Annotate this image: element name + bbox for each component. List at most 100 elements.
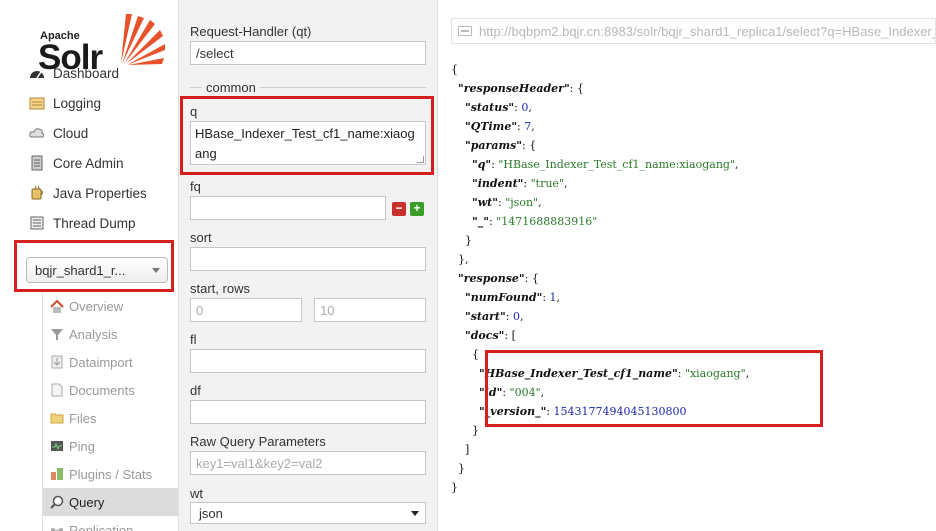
nav-cloud-label: Cloud (53, 125, 89, 141)
json-punct (451, 367, 479, 380)
json-punct: : (505, 310, 513, 323)
core-menu-dataimport[interactable]: Dataimport (43, 348, 178, 376)
json-string: "HBase_Indexer_Test_cf1_name:xiaogang" (498, 158, 736, 171)
json-string: "json" (505, 196, 539, 209)
core-menu-analysis[interactable]: Analysis (43, 320, 178, 348)
core-menu-overview[interactable]: Overview (43, 292, 178, 320)
q-textarea[interactable]: HBase_Indexer_Test_cf1_name:xiaogang (190, 121, 426, 165)
core-menu-files-label: Files (69, 410, 97, 426)
request-handler-label: Request-Handler (qt) (190, 24, 312, 39)
json-line: "docs": [ (451, 326, 749, 345)
nav-core-admin[interactable]: Core Admin (28, 150, 178, 176)
json-string: "true" (530, 177, 565, 190)
fq-remove-button[interactable]: − (392, 202, 406, 216)
wt-select[interactable]: json (190, 502, 426, 524)
left-navigation: Apache Solr Dashboard Logging Cloud Core… (0, 0, 178, 531)
json-punct: : (502, 386, 510, 399)
json-punct (451, 196, 472, 209)
json-line: "_version_": 1543177494045130800 (451, 402, 749, 421)
dashboard-icon (28, 64, 46, 82)
fq-input[interactable] (190, 196, 386, 220)
nav-thread-dump[interactable]: Thread Dump (28, 210, 178, 236)
ping-icon (49, 438, 65, 454)
json-line: } (451, 478, 749, 497)
nav-cloud[interactable]: Cloud (28, 120, 178, 146)
nav-dashboard[interactable]: Dashboard (28, 60, 178, 86)
json-number: 0 (512, 310, 520, 323)
core-menu-query[interactable]: Query (43, 488, 178, 516)
json-key: "_" (471, 215, 489, 228)
json-punct: , (564, 177, 568, 190)
sort-input[interactable] (190, 247, 426, 271)
json-line: "start": 0, (451, 307, 749, 326)
json-punct (451, 101, 465, 114)
json-punct: , (519, 310, 524, 323)
q-label: q (190, 104, 198, 119)
fl-input[interactable] (190, 349, 426, 373)
core-selector-dropdown[interactable]: bqjr_shard1_r... (26, 257, 168, 283)
json-line: }, (451, 250, 749, 269)
json-punct: , (538, 196, 542, 209)
json-punct (451, 329, 465, 342)
plugins-icon (49, 466, 65, 482)
json-line: "wt": "json", (451, 193, 749, 212)
fl-label: fl (190, 332, 197, 347)
json-key: "indent" (471, 177, 524, 190)
json-line: "indent": "true", (451, 174, 749, 193)
json-key: "id" (478, 386, 503, 399)
json-line: "numFound": 1, (451, 288, 749, 307)
json-line: } (451, 421, 749, 440)
json-line: "q": "HBase_Indexer_Test_cf1_name:xiaoga… (451, 155, 749, 174)
json-line: "status": 0, (451, 98, 749, 117)
core-menu-documents[interactable]: Documents (43, 376, 178, 404)
json-punct: , (745, 367, 750, 380)
resize-grip-icon[interactable] (417, 156, 424, 163)
common-legend-text: common (202, 80, 260, 95)
request-url-text: http://bqbpm2.bqjr.cn:8983/solr/bqjr_sha… (479, 23, 935, 39)
json-key: "response" (458, 272, 525, 285)
json-punct: , (531, 120, 535, 133)
raw-query-input[interactable]: key1=val1&key2=val2 (190, 451, 426, 475)
json-punct (451, 272, 458, 285)
json-number: 1543177494045130800 (553, 405, 687, 418)
nav-java-properties[interactable]: Java Properties (28, 180, 178, 206)
core-menu-ping[interactable]: Ping (43, 432, 178, 460)
filter-icon (49, 326, 65, 342)
fq-add-button[interactable]: + (410, 202, 424, 216)
json-line: } (451, 231, 749, 250)
core-menu-files[interactable]: Files (43, 404, 178, 432)
response-panel: http://bqbpm2.bqjr.cn:8983/solr/bqjr_sha… (439, 0, 936, 531)
core-menu-plugins-stats[interactable]: Plugins / Stats (43, 460, 178, 488)
json-string: "004" (509, 386, 541, 399)
core-menu-query-label: Query (69, 494, 105, 510)
json-punct (451, 120, 465, 133)
json-punct (451, 177, 472, 190)
nav-logging[interactable]: Logging (28, 90, 178, 116)
df-input[interactable] (190, 400, 426, 424)
json-punct: : (677, 367, 685, 380)
rows-input[interactable]: 10 (314, 298, 426, 322)
json-line: "QTime": 7, (451, 117, 749, 136)
json-key: "params" (465, 139, 523, 152)
json-punct (451, 82, 458, 95)
json-line: { (451, 60, 749, 79)
json-punct: : (542, 291, 550, 304)
json-punct: } (451, 234, 472, 247)
core-menu: Overview Analysis Dataimport Documents F… (42, 292, 178, 531)
folder-icon (49, 410, 65, 426)
json-key: "responseHeader" (458, 82, 570, 95)
core-menu-dataimport-label: Dataimport (69, 354, 133, 370)
start-rows-label: start, rows (190, 281, 250, 296)
core-menu-replication[interactable]: Replication (43, 516, 178, 531)
json-punct (451, 215, 472, 228)
json-punct (451, 386, 479, 399)
link-icon (458, 26, 472, 36)
json-punct: } (451, 481, 458, 494)
json-punct: : { (569, 82, 584, 95)
nav-dashboard-label: Dashboard (53, 65, 120, 81)
request-handler-input[interactable]: /select (190, 41, 426, 65)
request-url-link[interactable]: http://bqbpm2.bqjr.cn:8983/solr/bqjr_sha… (451, 18, 936, 44)
json-punct: : (523, 177, 531, 190)
wt-label: wt (190, 486, 203, 501)
start-input[interactable]: 0 (190, 298, 302, 322)
